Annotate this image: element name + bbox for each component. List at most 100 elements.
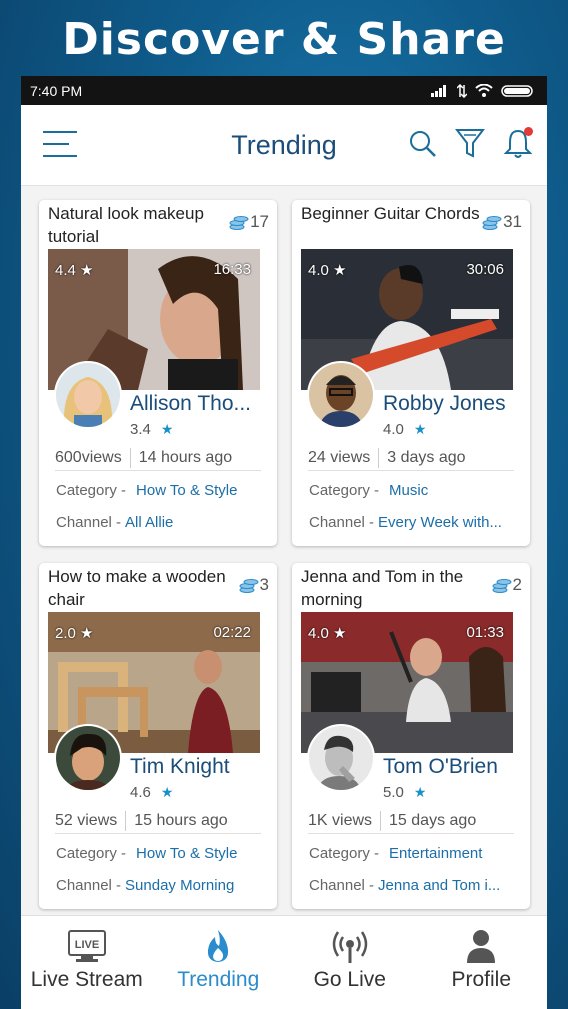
uploader-rating: 4.6 ★ xyxy=(130,784,173,801)
channel-label: Channel - xyxy=(56,877,122,894)
category-link[interactable]: How To & Style xyxy=(136,482,237,499)
category-label: Category - xyxy=(56,482,127,499)
video-rating: 4.4 ★ xyxy=(55,262,94,279)
uploader-rating: 5.0 ★ xyxy=(383,784,426,801)
upload-time: 14 hours ago xyxy=(138,449,233,466)
coin-count: 17 xyxy=(229,212,269,232)
coin-value: 17 xyxy=(250,212,269,231)
video-rating: 4.0 ★ xyxy=(308,262,347,279)
category-link[interactable]: How To & Style xyxy=(136,845,237,862)
video-duration: 02:22 xyxy=(213,624,251,641)
upload-time: 15 days ago xyxy=(389,812,477,829)
tv-live-icon: LIVE xyxy=(67,930,106,962)
view-count: 1K views xyxy=(308,812,373,829)
nav-trending[interactable]: Trending xyxy=(153,916,285,1009)
avatar[interactable] xyxy=(309,726,373,790)
uploader-rating-value: 3.4 xyxy=(130,421,151,438)
coin-value: 31 xyxy=(503,212,522,231)
search-icon[interactable] xyxy=(407,125,437,161)
video-title: How to make a wooden chair xyxy=(48,567,226,609)
broadcast-icon xyxy=(332,931,367,963)
channel-row: Channel - Jenna and Tom i... xyxy=(309,877,524,894)
channel-label: Channel - xyxy=(309,514,375,531)
category-label: Category - xyxy=(56,845,127,862)
channel-link[interactable]: Every Week with... xyxy=(378,514,502,531)
uploader-name[interactable]: Allison Tho... xyxy=(130,392,270,416)
live-badge: LIVE xyxy=(75,939,99,951)
notification-bell-icon[interactable] xyxy=(503,125,533,161)
nav-label: Go Live xyxy=(313,968,386,991)
category-row: Category - Music xyxy=(309,482,524,499)
upload-time: 15 hours ago xyxy=(134,812,228,829)
star-icon: ★ xyxy=(160,784,174,800)
video-title: Natural look makeup tutorial xyxy=(48,204,204,246)
video-card[interactable]: Beginner Guitar Chords 31 4.0 ★ 30:06 Ro… xyxy=(292,200,530,546)
uploader-name[interactable]: Tim Knight xyxy=(130,755,270,779)
channel-row: Channel - All Allie xyxy=(56,514,271,531)
view-count: 24 views xyxy=(308,449,371,466)
video-rating: 2.0 ★ xyxy=(55,625,94,642)
status-bar: 7:40 PM xyxy=(21,76,547,105)
video-card[interactable]: Natural look makeup tutorial 17 4.4 ★ 16… xyxy=(39,200,277,546)
coins-icon xyxy=(239,579,259,593)
person-icon xyxy=(467,930,496,963)
app-bar: Trending xyxy=(21,105,547,186)
filter-icon[interactable] xyxy=(454,125,486,161)
avatar[interactable] xyxy=(56,363,120,427)
video-card[interactable]: How to make a wooden chair 3 2.0 ★ 02:22… xyxy=(39,563,277,909)
nav-label: Live Stream xyxy=(30,968,143,991)
channel-link[interactable]: All Allie xyxy=(125,514,173,531)
nav-live-stream[interactable]: LIVE Live Stream xyxy=(21,916,153,1009)
coins-icon xyxy=(492,579,512,593)
coins-icon xyxy=(482,216,502,230)
wifi-icon xyxy=(475,84,493,97)
uploader-name[interactable]: Tom O'Brien xyxy=(383,755,523,779)
category-link[interactable]: Music xyxy=(389,482,428,499)
uploader-name[interactable]: Robby Jones xyxy=(383,392,523,416)
uploader-rating-value: 5.0 xyxy=(383,784,404,801)
channel-label: Channel - xyxy=(309,877,375,894)
coins-icon xyxy=(229,216,249,230)
notification-dot xyxy=(524,127,533,136)
status-icons xyxy=(431,83,535,98)
uploader-rating: 3.4 ★ xyxy=(130,421,173,438)
category-link[interactable]: Entertainment xyxy=(389,845,482,862)
nav-label: Profile xyxy=(451,968,512,991)
uploader-rating-value: 4.6 xyxy=(130,784,151,801)
video-duration: 30:06 xyxy=(466,261,504,278)
channel-label: Channel - xyxy=(56,514,122,531)
video-stats: 24 views 3 days ago xyxy=(308,446,514,471)
video-duration: 01:33 xyxy=(466,624,504,641)
star-icon: ★ xyxy=(160,421,174,437)
hero-title: Discover & Share xyxy=(62,14,506,65)
category-row: Category - How To & Style xyxy=(56,845,271,862)
video-stats: 52 views 15 hours ago xyxy=(55,809,261,834)
category-label: Category - xyxy=(309,482,380,499)
coin-value: 3 xyxy=(259,575,269,594)
battery-icon xyxy=(501,84,533,97)
upload-time: 3 days ago xyxy=(387,449,466,466)
category-label: Category - xyxy=(309,845,380,862)
avatar[interactable] xyxy=(309,363,373,427)
category-row: Category - Entertainment xyxy=(309,845,524,862)
view-count: 600views xyxy=(55,449,122,466)
video-title: Jenna and Tom in the morning xyxy=(301,567,464,609)
nav-label: Trending xyxy=(177,968,260,991)
video-stats: 600views 14 hours ago xyxy=(55,446,261,471)
phone-screen: 7:40 PM Trending Natural look makeup tut… xyxy=(21,76,547,1009)
coin-count: 2 xyxy=(492,575,522,595)
coin-count: 31 xyxy=(482,212,522,232)
channel-link[interactable]: Sunday Morning xyxy=(125,877,234,894)
coin-count: 3 xyxy=(239,575,269,595)
star-icon: ★ xyxy=(413,421,427,437)
coin-value: 2 xyxy=(512,575,522,594)
nav-go-live[interactable]: Go Live xyxy=(284,916,416,1009)
avatar[interactable] xyxy=(56,726,120,790)
flame-icon xyxy=(208,930,229,962)
nav-profile[interactable]: Profile xyxy=(416,916,548,1009)
uploader-rating-value: 4.0 xyxy=(383,421,404,438)
video-stats: 1K views 15 days ago xyxy=(308,809,514,834)
channel-link[interactable]: Jenna and Tom i... xyxy=(378,877,500,894)
category-row: Category - How To & Style xyxy=(56,482,271,499)
video-card[interactable]: Jenna and Tom in the morning 2 4.0 ★ 01:… xyxy=(292,563,530,909)
